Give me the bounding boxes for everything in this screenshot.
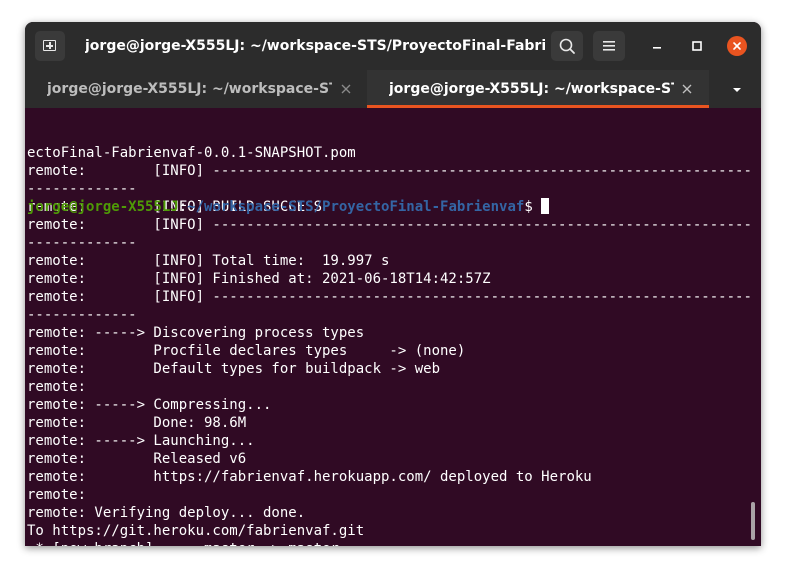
terminal-line: remote: -----> Compressing... (27, 397, 272, 413)
tab-bar: jorge@jorge-X555LJ: ~/workspace-ST… jorg… (25, 70, 761, 108)
minimize-icon (653, 47, 661, 49)
prompt-line: jorge@jorge-X555LJ:~/workspace-STS/Proye… (27, 198, 751, 216)
terminal-line: remote: https://fabrienvaf.herokuapp.com… (27, 469, 592, 485)
terminal-line: remote: -----> Launching... (27, 433, 255, 449)
tab-close-button[interactable] (680, 81, 694, 95)
prompt-symbol: $ (524, 199, 533, 215)
maximize-button[interactable] (687, 36, 707, 56)
search-button[interactable] (551, 31, 583, 61)
terminal-line: remote: Procfile declares types -> (none… (27, 343, 466, 359)
terminal-line: remote: [INFO] Finished at: 2021-06-18T1… (27, 271, 491, 287)
terminal-line: ectoFinal-Fabrienvaf-0.0.1-SNAPSHOT.pom (27, 145, 356, 161)
terminal-line: remote: -----> Discovering process types (27, 325, 365, 341)
close-button[interactable] (727, 36, 747, 56)
tab-label: jorge@jorge-X555LJ: ~/workspace-ST… (389, 81, 674, 97)
tab-close-button[interactable] (339, 81, 353, 95)
terminal-line: ------------- (27, 181, 137, 197)
terminal-line: To https://git.heroku.com/fabrienvaf.git (27, 523, 365, 539)
terminal-line: remote: Done: 98.6M (27, 415, 247, 431)
menu-button[interactable] (593, 31, 625, 61)
close-icon (733, 42, 741, 50)
prompt-path: ~/workspace-STS/ProyectoFinal-Fabrienvaf (187, 199, 525, 215)
hamburger-menu-icon (603, 41, 615, 51)
terminal-line: remote: [INFO] -------------------------… (27, 289, 751, 305)
tab-label: jorge@jorge-X555LJ: ~/workspace-ST… (47, 81, 332, 97)
tab-list-dropdown[interactable] (725, 80, 749, 100)
terminal-window: jorge@jorge-X555LJ: ~/workspace-STS/Proy… (25, 22, 761, 546)
chevron-down-icon (733, 88, 741, 92)
terminal-line: remote: Default types for buildpack -> w… (27, 361, 441, 377)
text-cursor (540, 198, 549, 214)
terminal-line: remote: Verifying deploy... done. (27, 505, 306, 521)
terminal-line: ------------- (27, 235, 137, 251)
tab-2[interactable]: jorge@jorge-X555LJ: ~/workspace-ST… (367, 70, 709, 108)
terminal-lines: ectoFinal-Fabrienvaf-0.0.1-SNAPSHOT.pom r… (27, 144, 751, 546)
tab-close-icon (682, 84, 692, 94)
title-bar[interactable]: jorge@jorge-X555LJ: ~/workspace-STS/Proy… (25, 22, 761, 70)
minimize-button[interactable] (647, 36, 667, 56)
search-icon (559, 38, 575, 54)
terminal-line: ------------- (27, 307, 137, 323)
new-tab-button[interactable] (35, 31, 65, 61)
terminal-output[interactable]: ectoFinal-Fabrienvaf-0.0.1-SNAPSHOT.pom r… (25, 108, 751, 546)
window-title: jorge@jorge-X555LJ: ~/workspace-STS/Proy… (85, 38, 545, 54)
terminal-line: remote: [INFO] -------------------------… (27, 217, 751, 233)
prompt-separator: : (178, 199, 188, 215)
tab-1[interactable]: jorge@jorge-X555LJ: ~/workspace-ST… (25, 70, 367, 108)
maximize-icon (692, 41, 702, 51)
prompt-user-host: jorge@jorge-X555LJ (27, 199, 179, 215)
terminal-line: remote: (27, 487, 87, 503)
terminal-line: remote: Released v6 (27, 451, 247, 467)
tab-close-icon (341, 84, 351, 94)
terminal-line: * [new branch] master -> master (27, 540, 751, 546)
terminal-line: remote: [INFO] Total time: 19.997 s (27, 253, 390, 269)
terminal-line: remote: (27, 379, 87, 395)
terminal-line: remote: [INFO] -------------------------… (27, 163, 751, 179)
scrollbar-thumb[interactable] (751, 502, 755, 540)
